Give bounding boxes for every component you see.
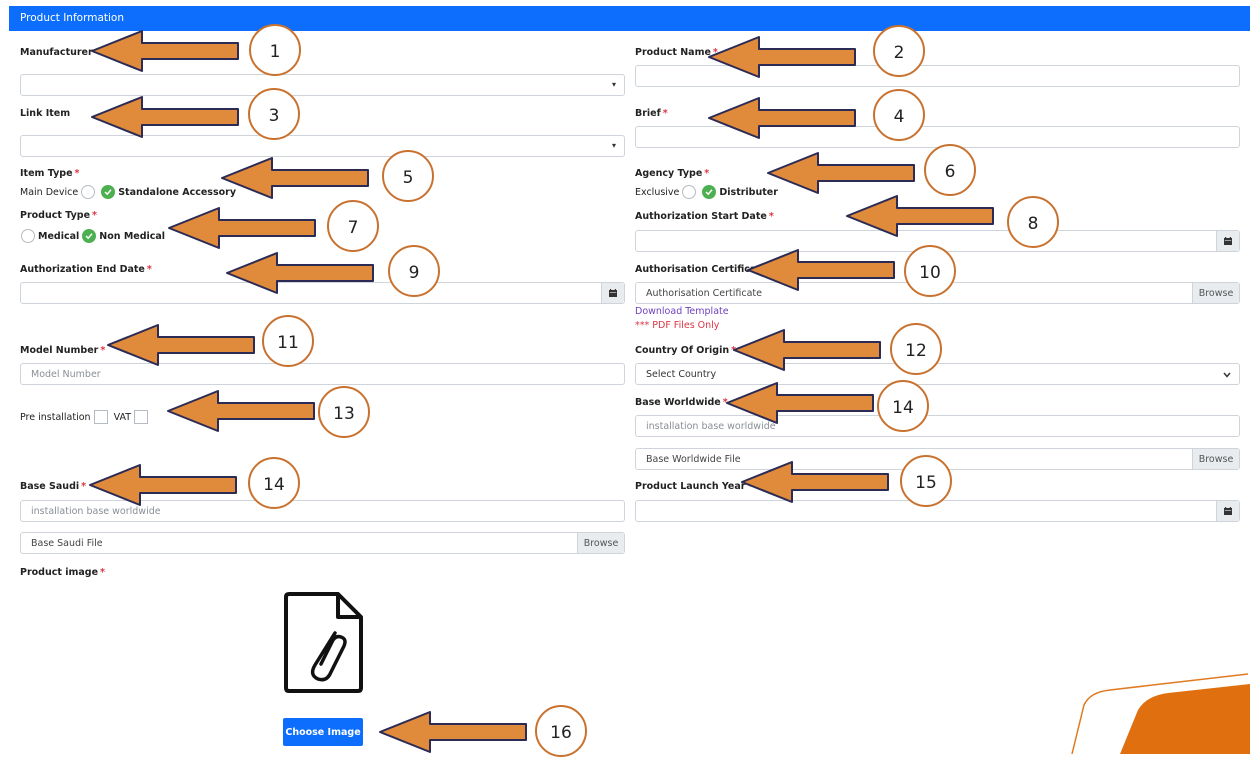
agency-type-label: Agency Type *: [635, 168, 710, 179]
annotation-arrow: [378, 710, 528, 754]
section-title: Product Information: [20, 12, 124, 24]
check-icon: [104, 188, 112, 196]
calendar-icon: [1224, 237, 1232, 245]
product-type-option-non-medical: Non Medical: [99, 230, 166, 242]
product-type-radio-group: Medical Non Medical: [18, 229, 165, 243]
annotation-arrow: [106, 323, 256, 367]
auth-start-date-label: Authorization Start Date *: [635, 211, 774, 222]
chevron-down-icon: ▾: [611, 80, 616, 89]
annotation-arrow: [725, 381, 875, 425]
annotation-badge: 16: [535, 705, 587, 757]
annotation-arrow: [707, 35, 857, 79]
decorative-corner-shape: [1071, 673, 1250, 754]
product-type-label: Product Type *: [20, 210, 97, 221]
annotation-badge: 9: [388, 245, 440, 297]
model-number-label: Model Number *: [20, 345, 106, 356]
browse-button[interactable]: Browse: [1192, 283, 1239, 303]
calendar-icon: [1224, 507, 1232, 515]
annotation-arrow: [90, 95, 240, 139]
main-device-radio[interactable]: [81, 185, 96, 199]
launch-year-label: Product Launch Year *: [635, 481, 753, 492]
annotation-badge: 2: [873, 25, 925, 77]
annotation-badge: 4: [873, 89, 925, 141]
manufacturer-select[interactable]: ▾: [20, 74, 625, 96]
check-icon: [85, 232, 93, 240]
annotation-arrow: [225, 251, 375, 295]
annotation-badge: 6: [924, 144, 976, 196]
item-type-label: Item Type *: [20, 168, 80, 179]
chevron-down-icon: ▾: [611, 141, 616, 150]
auth-end-date-label: Authorization End Date *: [20, 264, 152, 275]
item-type-option-standalone: Standalone Accessory: [118, 186, 237, 198]
exclusive-radio[interactable]: [682, 185, 697, 199]
distributer-radio[interactable]: [702, 185, 717, 199]
choose-image-button[interactable]: Choose Image: [283, 718, 363, 746]
item-type-radio-group: Main Device Standalone Accessory: [20, 185, 236, 199]
non-medical-radio[interactable]: [82, 229, 97, 243]
section-header: Product Information: [9, 6, 1250, 31]
vat-checkbox[interactable]: [134, 410, 149, 424]
download-template-link[interactable]: Download Template: [635, 306, 729, 317]
annotation-badge: 14: [248, 457, 300, 509]
annotation-badge: 5: [382, 150, 434, 202]
annotation-arrow: [167, 206, 317, 250]
browse-button[interactable]: Browse: [577, 533, 624, 553]
annotation-badge: 11: [262, 315, 314, 367]
agency-type-option-exclusive: Exclusive: [635, 186, 680, 198]
annotation-badge: 15: [900, 455, 952, 507]
item-type-option-main-device: Main Device: [20, 186, 79, 198]
pre-install-vat-group: Pre installation VAT: [20, 410, 154, 424]
chevron-down-icon: [1223, 372, 1231, 378]
calendar-icon: [609, 289, 617, 297]
country-of-origin-label: Country Of Origin*: [635, 345, 736, 356]
base-saudi-label: Base Saudi *: [20, 481, 87, 492]
base-saudi-file-input[interactable]: Base Saudi File Browse: [20, 532, 625, 554]
annotation-arrow: [746, 248, 896, 292]
vat-label: VAT: [113, 411, 132, 423]
annotation-badge: 10: [904, 245, 956, 297]
product-image-label: Product image *: [20, 567, 105, 578]
product-type-option-medical: Medical: [38, 230, 80, 242]
annotation-arrow: [166, 389, 316, 433]
pdf-only-note: *** PDF Files Only: [635, 320, 720, 331]
annotation-arrow: [88, 463, 238, 507]
model-number-placeholder: Model Number: [31, 369, 101, 380]
standalone-accessory-radio[interactable]: [101, 185, 116, 199]
annotation-arrow: [740, 460, 890, 504]
link-item-label: Link Item: [20, 108, 71, 119]
annotation-arrow: [732, 328, 882, 372]
pre-installation-label: Pre installation: [20, 411, 91, 423]
brief-label: Brief *: [635, 108, 668, 119]
calendar-button[interactable]: [601, 283, 624, 303]
annotation-badge: 7: [327, 200, 379, 252]
agency-type-radio-group: Exclusive Distributer: [635, 185, 778, 199]
pre-installation-checkbox[interactable]: [93, 410, 108, 424]
product-name-label: Product Name *: [635, 47, 718, 58]
annotation-badge: 12: [890, 323, 942, 375]
base-worldwide-label: Base Worldwide *: [635, 397, 728, 408]
calendar-button[interactable]: [1216, 231, 1239, 251]
annotation-badge: 3: [248, 88, 300, 140]
check-icon: [705, 188, 713, 196]
annotation-badge: 1: [249, 24, 301, 76]
annotation-arrow: [90, 29, 240, 73]
annotation-arrow: [766, 151, 916, 195]
annotation-badge: 8: [1007, 196, 1059, 248]
calendar-button[interactable]: [1216, 501, 1239, 521]
annotation-badge: 14: [877, 380, 929, 432]
base-saudi-file-placeholder: Base Saudi File: [31, 538, 103, 549]
file-attachment-icon: [284, 592, 363, 693]
manufacturer-label: Manufacturer: [20, 47, 93, 58]
medical-radio[interactable]: [21, 229, 35, 243]
annotation-badge: 13: [318, 386, 370, 438]
annotation-arrow: [845, 194, 995, 238]
browse-button[interactable]: Browse: [1192, 449, 1239, 469]
annotation-arrow: [220, 156, 370, 200]
annotation-arrow: [707, 96, 857, 140]
